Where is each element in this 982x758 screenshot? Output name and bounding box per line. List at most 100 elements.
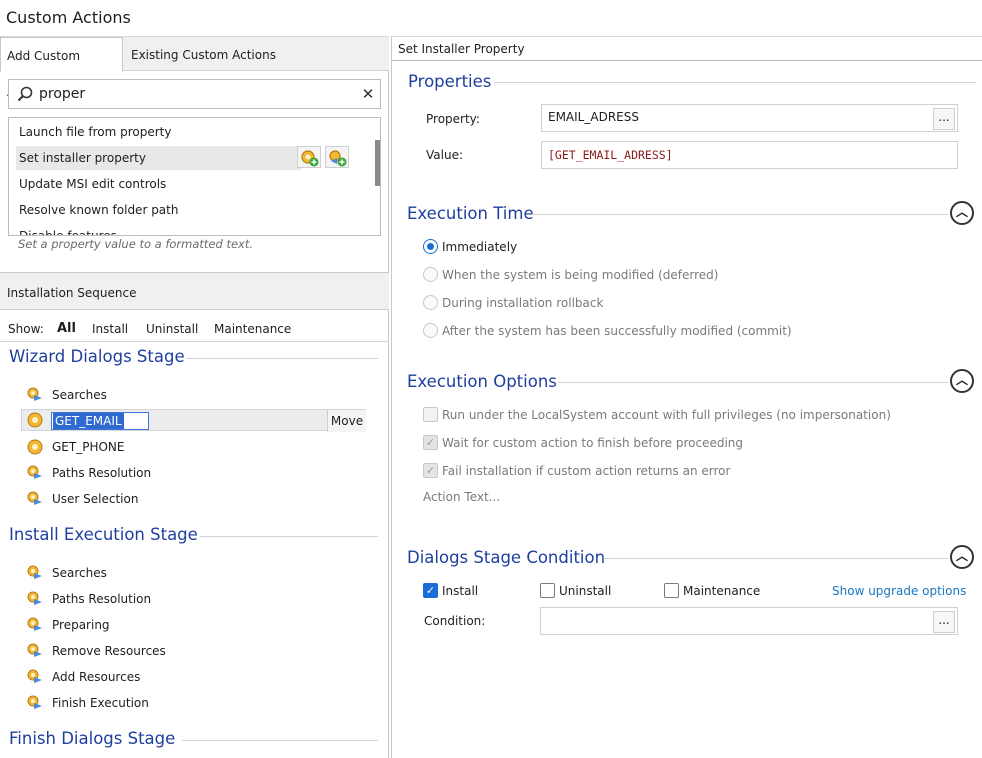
property-label: Property: [426, 112, 480, 126]
option-label: During installation rollback [442, 296, 604, 310]
option-label: Run under the LocalSystem account with f… [442, 408, 891, 422]
tab-existing-custom-actions[interactable]: Existing Custom Actions [125, 37, 285, 71]
move-button[interactable]: Move [327, 410, 366, 432]
list-scrollbar[interactable] [374, 118, 380, 235]
list-item[interactable]: Disable features [19, 224, 364, 235]
list-item-selected[interactable]: Set installer property [16, 146, 301, 170]
checkbox-install[interactable]: ✓ [423, 583, 438, 598]
checkbox-fail-on-error[interactable]: ✓ [423, 463, 438, 478]
action-list[interactable]: Launch file from property Set installer … [8, 117, 381, 236]
chevron-up-icon[interactable]: ︿ [950, 369, 974, 393]
filter-uninstall[interactable]: Uninstall [146, 322, 198, 336]
list-item[interactable]: Launch file from property [19, 120, 364, 144]
value-field[interactable]: [GET_EMAIL_ADRESS] [541, 141, 958, 169]
checkbox-maintenance[interactable] [664, 583, 679, 598]
list-item[interactable]: Update MSI edit controls [19, 172, 364, 196]
standard-action-icon [27, 695, 42, 709]
section-heading-properties: Properties [408, 72, 492, 91]
page-title: Custom Actions [6, 8, 131, 27]
sequence-item-finish-execution[interactable]: Finish Execution [26, 693, 366, 715]
value-text: [GET_EMAIL_ADRESS] [548, 148, 673, 162]
checkbox-wait-finish[interactable]: ✓ [423, 435, 438, 450]
close-icon[interactable]: ✕ [361, 85, 375, 103]
filter-all[interactable]: All [57, 321, 76, 336]
tab-add-custom-action[interactable]: Add Custom Action [0, 37, 123, 99]
divider [532, 214, 948, 215]
sequence-item-get-phone[interactable]: GET_PHONE [26, 437, 366, 459]
sequence-item-searches[interactable]: Searches [26, 563, 366, 585]
divider [604, 558, 948, 559]
divider [391, 61, 392, 758]
standard-action-icon [27, 491, 42, 505]
show-upgrade-options-link[interactable]: Show upgrade options [832, 584, 966, 598]
filter-install[interactable]: Install [92, 322, 128, 336]
scroll-thumb[interactable] [375, 140, 380, 186]
radio-deferred[interactable] [423, 267, 438, 282]
filter-maintenance[interactable]: Maintenance [214, 322, 291, 336]
sequence-item-paths-resolution[interactable]: Paths Resolution [26, 463, 366, 485]
sequence-item-preparing[interactable]: Preparing [26, 615, 366, 637]
sequence-item-label: Paths Resolution [52, 592, 152, 606]
search-box: ✕ [8, 79, 381, 109]
sequence-item-paths-resolution[interactable]: Paths Resolution [26, 589, 366, 611]
option-label: Fail installation if custom action retur… [442, 464, 731, 478]
stage-heading-finish: Finish Dialogs Stage [9, 729, 176, 748]
chevron-up-icon[interactable]: ︿ [950, 201, 974, 225]
property-field[interactable]: EMAIL_ADRESS ... [541, 104, 958, 132]
standard-action-icon [27, 465, 42, 479]
sequence-add-icon [329, 150, 347, 167]
value-label: Value: [426, 148, 463, 162]
gear-add-icon [301, 150, 319, 167]
divider [186, 358, 378, 359]
condition-label: Condition: [424, 614, 486, 628]
search-input[interactable] [39, 84, 359, 104]
option-label: Wait for custom action to finish before … [442, 436, 744, 450]
divider [182, 740, 378, 741]
chevron-up-icon[interactable]: ︿ [950, 545, 974, 569]
standard-action-icon [27, 617, 42, 631]
gear-icon [27, 412, 43, 428]
radio-immediately[interactable] [423, 239, 438, 254]
condition-browse-button[interactable]: ... [933, 611, 955, 633]
divider [0, 341, 389, 342]
section-heading-dialogs-condition: Dialogs Stage Condition [407, 548, 606, 567]
divider [494, 82, 976, 83]
sequence-item-add-resources[interactable]: Add Resources [26, 667, 366, 689]
list-item[interactable]: Resolve known folder path [19, 198, 364, 222]
rename-input[interactable]: GET_EMAIL [51, 412, 149, 430]
checkbox-no-impersonation[interactable] [423, 407, 438, 422]
show-label: Show: [8, 322, 44, 336]
divider [558, 382, 948, 383]
sequence-item-user-selection[interactable]: User Selection [26, 489, 366, 511]
maintenance-label: Maintenance [683, 584, 761, 598]
checkbox-uninstall[interactable] [540, 583, 555, 598]
sequence-header: Installation Sequence [0, 272, 389, 310]
property-value: EMAIL_ADRESS [548, 110, 639, 124]
stage-heading-execution: Install Execution Stage [9, 525, 198, 544]
sequence-item-remove-resources[interactable]: Remove Resources [26, 641, 366, 663]
section-heading-execution-options: Execution Options [407, 372, 557, 391]
condition-field[interactable]: ... [540, 607, 958, 635]
sequence-item-label: Finish Execution [52, 696, 149, 710]
sequence-item-label: Preparing [52, 618, 110, 632]
action-description: Set a property value to a formatted text… [18, 237, 254, 251]
sequence-item-get-email[interactable]: GET_EMAIL Move [21, 409, 366, 432]
radio-rollback[interactable] [423, 295, 438, 310]
property-browse-button[interactable]: ... [933, 108, 955, 130]
add-to-sequence-button[interactable] [325, 146, 349, 168]
uninstall-label: Uninstall [559, 584, 612, 598]
standard-action-icon [27, 669, 42, 683]
add-action-button[interactable] [297, 146, 321, 168]
tab-set-installer-property[interactable]: Set Installer Property [398, 42, 525, 56]
action-text-link[interactable]: Action Text... [423, 490, 500, 504]
stage-heading-wizard: Wizard Dialogs Stage [9, 347, 185, 366]
section-heading-execution-time: Execution Time [407, 204, 534, 223]
sequence-item-label: User Selection [52, 492, 139, 506]
sequence-item-label: Paths Resolution [52, 466, 152, 480]
sequence-item-searches[interactable]: Searches [26, 385, 366, 407]
radio-commit[interactable] [423, 323, 438, 338]
option-label: Immediately [442, 240, 518, 254]
sequence-item-label: Searches [52, 388, 107, 402]
standard-action-icon [27, 643, 42, 657]
sequence-item-label: Searches [52, 566, 107, 580]
